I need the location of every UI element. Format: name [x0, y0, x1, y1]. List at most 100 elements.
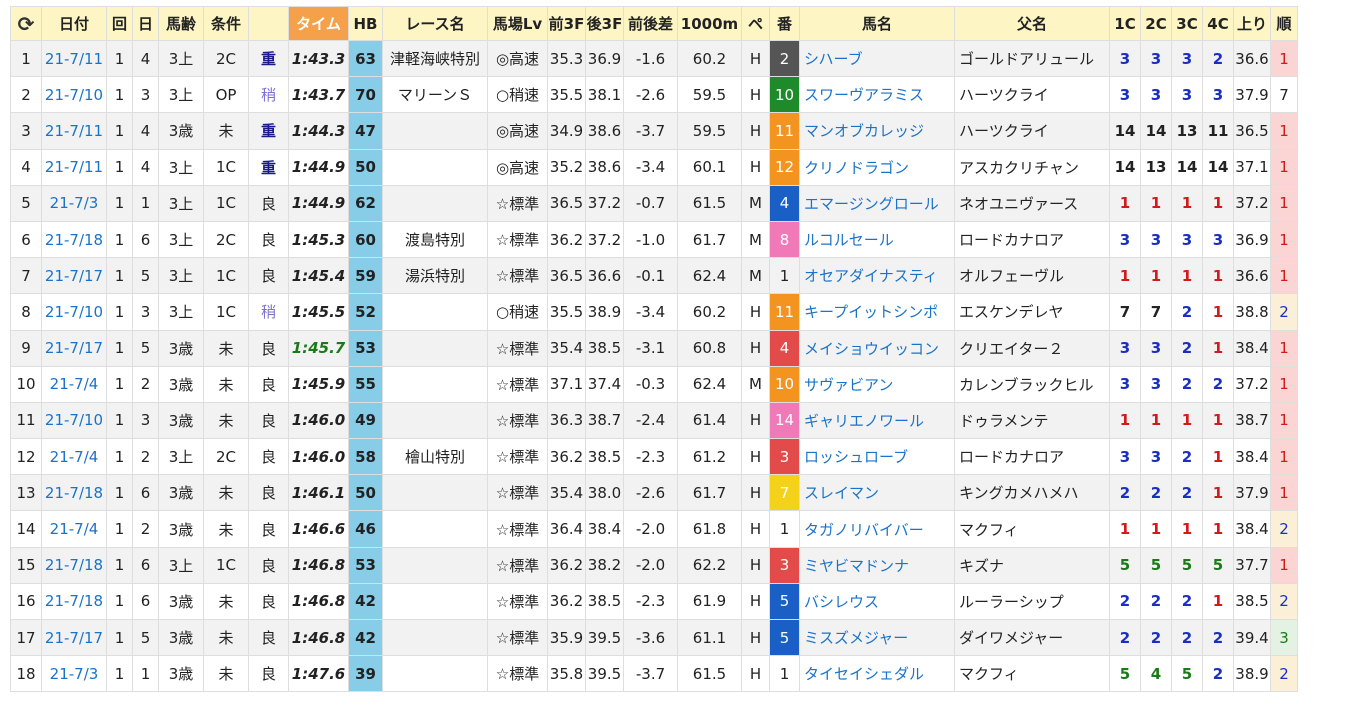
col-race[interactable]: レース名 — [382, 6, 488, 41]
col-num[interactable]: 番 — [769, 6, 800, 41]
horse-name-link[interactable]: マンオブカレッジ — [799, 112, 955, 150]
col-track-lv[interactable]: 馬場Lv — [487, 6, 548, 41]
horse-number-cell: 11 — [769, 112, 800, 150]
horse-name-link[interactable]: ミスズメジャー — [799, 618, 955, 657]
horse-number-cell: 5 — [769, 618, 800, 657]
col-c2[interactable]: 2C — [1140, 6, 1172, 41]
race-date-link[interactable]: 21-7/18 — [41, 220, 107, 259]
row-index: 14 — [10, 510, 42, 548]
col-hb[interactable]: HB — [348, 6, 383, 41]
corner1-cell: 3 — [1109, 365, 1141, 403]
race-date-link[interactable]: 21-7/10 — [41, 293, 107, 331]
race-date-link[interactable]: 21-7/18 — [41, 546, 107, 584]
col-pace[interactable]: ペ — [741, 6, 770, 41]
horse-name-link[interactable]: ルコルセール — [799, 220, 955, 259]
race-date-link[interactable]: 21-7/3 — [41, 184, 107, 222]
horse-number-cell: 1 — [769, 257, 800, 295]
last-3f-cell: 38.7 — [585, 401, 624, 440]
race-date-link[interactable]: 21-7/3 — [41, 655, 107, 693]
track-level-cell: ☆標準 — [487, 220, 548, 259]
table-row: 7 21-7/17 1 5 3上 1C 良 1:45.4 59 湯浜特別 ☆標準 36.5 36.6 -0… — [10, 257, 1298, 295]
col-age[interactable]: 馬齢 — [158, 6, 204, 41]
col-horse[interactable]: 馬名 — [799, 6, 955, 41]
col-going[interactable] — [248, 6, 289, 41]
corner4-cell: 1 — [1202, 582, 1234, 621]
reload-icon[interactable]: ⟳ — [18, 12, 35, 36]
race-date-link[interactable]: 21-7/4 — [41, 438, 107, 476]
corner3-cell: 3 — [1171, 39, 1203, 78]
pace-cell: H — [741, 655, 770, 693]
race-date-link[interactable]: 21-7/10 — [41, 401, 107, 440]
horse-name-link[interactable]: ミヤビマドンナ — [799, 546, 955, 584]
race-date-link[interactable]: 21-7/4 — [41, 365, 107, 403]
first-3f-cell: 35.4 — [547, 329, 586, 367]
col-last[interactable]: 上り — [1233, 6, 1271, 41]
going-cell: 良 — [248, 365, 289, 403]
race-date-link[interactable]: 21-7/11 — [41, 148, 107, 186]
first-3f-cell: 35.9 — [547, 618, 586, 657]
first-3f-cell: 35.8 — [547, 655, 586, 693]
sire-name-cell: ドゥラメンテ — [954, 401, 1110, 440]
horse-name-link[interactable]: キープイットシンポ — [799, 293, 955, 331]
race-date-link[interactable]: 21-7/11 — [41, 112, 107, 150]
race-date-link[interactable]: 21-7/10 — [41, 76, 107, 114]
corner3-cell: 1 — [1171, 184, 1203, 222]
col-date[interactable]: 日付 — [41, 6, 107, 41]
horse-name-link[interactable]: バシレウス — [799, 582, 955, 621]
col-sire[interactable]: 父名 — [954, 6, 1110, 41]
col-kai[interactable]: 回 — [106, 6, 133, 41]
diff-cell: -0.1 — [623, 257, 678, 295]
col-l3[interactable]: 後3F — [585, 6, 624, 41]
col-c3[interactable]: 3C — [1171, 6, 1203, 41]
col-c4[interactable]: 4C — [1202, 6, 1234, 41]
last-3f-cell: 38.9 — [585, 293, 624, 331]
corner2-cell: 2 — [1140, 582, 1172, 621]
corner3-cell: 2 — [1171, 618, 1203, 657]
corner3-cell: 13 — [1171, 112, 1203, 150]
reload-button[interactable]: ⟳ — [10, 6, 42, 41]
col-c1[interactable]: 1C — [1109, 6, 1141, 41]
horse-name-link[interactable]: シハーブ — [799, 39, 955, 78]
col-1000m[interactable]: 1000m — [677, 6, 742, 41]
race-name-cell — [382, 184, 488, 222]
col-f3[interactable]: 前3F — [547, 6, 586, 41]
horse-name-link[interactable]: ロッシュローブ — [799, 438, 955, 476]
m1000-cell: 61.5 — [677, 655, 742, 693]
col-nichi[interactable]: 日 — [132, 6, 159, 41]
horse-name-link[interactable]: メイショウイッコン — [799, 329, 955, 367]
col-diff[interactable]: 前後差 — [623, 6, 678, 41]
race-date-link[interactable]: 21-7/17 — [41, 618, 107, 657]
nichi-cell: 3 — [132, 76, 159, 114]
class-cell: 未 — [203, 618, 249, 657]
race-date-link[interactable]: 21-7/18 — [41, 582, 107, 621]
race-date-link[interactable]: 21-7/11 — [41, 39, 107, 78]
col-rank[interactable]: 順 — [1270, 6, 1298, 41]
race-date-link[interactable]: 21-7/17 — [41, 257, 107, 295]
age-cell: 3歳 — [158, 474, 204, 512]
corner4-cell: 1 — [1202, 184, 1234, 222]
race-date-link[interactable]: 21-7/18 — [41, 474, 107, 512]
horse-name-link[interactable]: スワーヴアラミス — [799, 76, 955, 114]
pace-cell: H — [741, 582, 770, 621]
race-name-cell: 湯浜特別 — [382, 257, 488, 295]
time-cell: 1:46.8 — [288, 582, 349, 621]
kai-cell: 1 — [106, 329, 133, 367]
class-cell: 1C — [203, 257, 249, 295]
horse-name-link[interactable]: サヴァビアン — [799, 365, 955, 403]
first-3f-cell: 35.2 — [547, 148, 586, 186]
going-cell: 良 — [248, 655, 289, 693]
race-date-link[interactable]: 21-7/4 — [41, 510, 107, 548]
horse-number-cell: 3 — [769, 438, 800, 476]
corner1-cell: 5 — [1109, 546, 1141, 584]
horse-name-link[interactable]: タガノリバイバー — [799, 510, 955, 548]
horse-name-link[interactable]: タイセイシェダル — [799, 655, 955, 693]
horse-name-link[interactable]: クリノドラゴン — [799, 148, 955, 186]
col-class[interactable]: 条件 — [203, 6, 249, 41]
hb-cell: 47 — [348, 112, 383, 150]
horse-name-link[interactable]: ギャリエノワール — [799, 401, 955, 440]
horse-name-link[interactable]: オセアダイナスティ — [799, 257, 955, 295]
race-date-link[interactable]: 21-7/17 — [41, 329, 107, 367]
horse-name-link[interactable]: エマージングロール — [799, 184, 955, 222]
horse-name-link[interactable]: スレイマン — [799, 474, 955, 512]
col-time[interactable]: タイム — [288, 6, 349, 41]
